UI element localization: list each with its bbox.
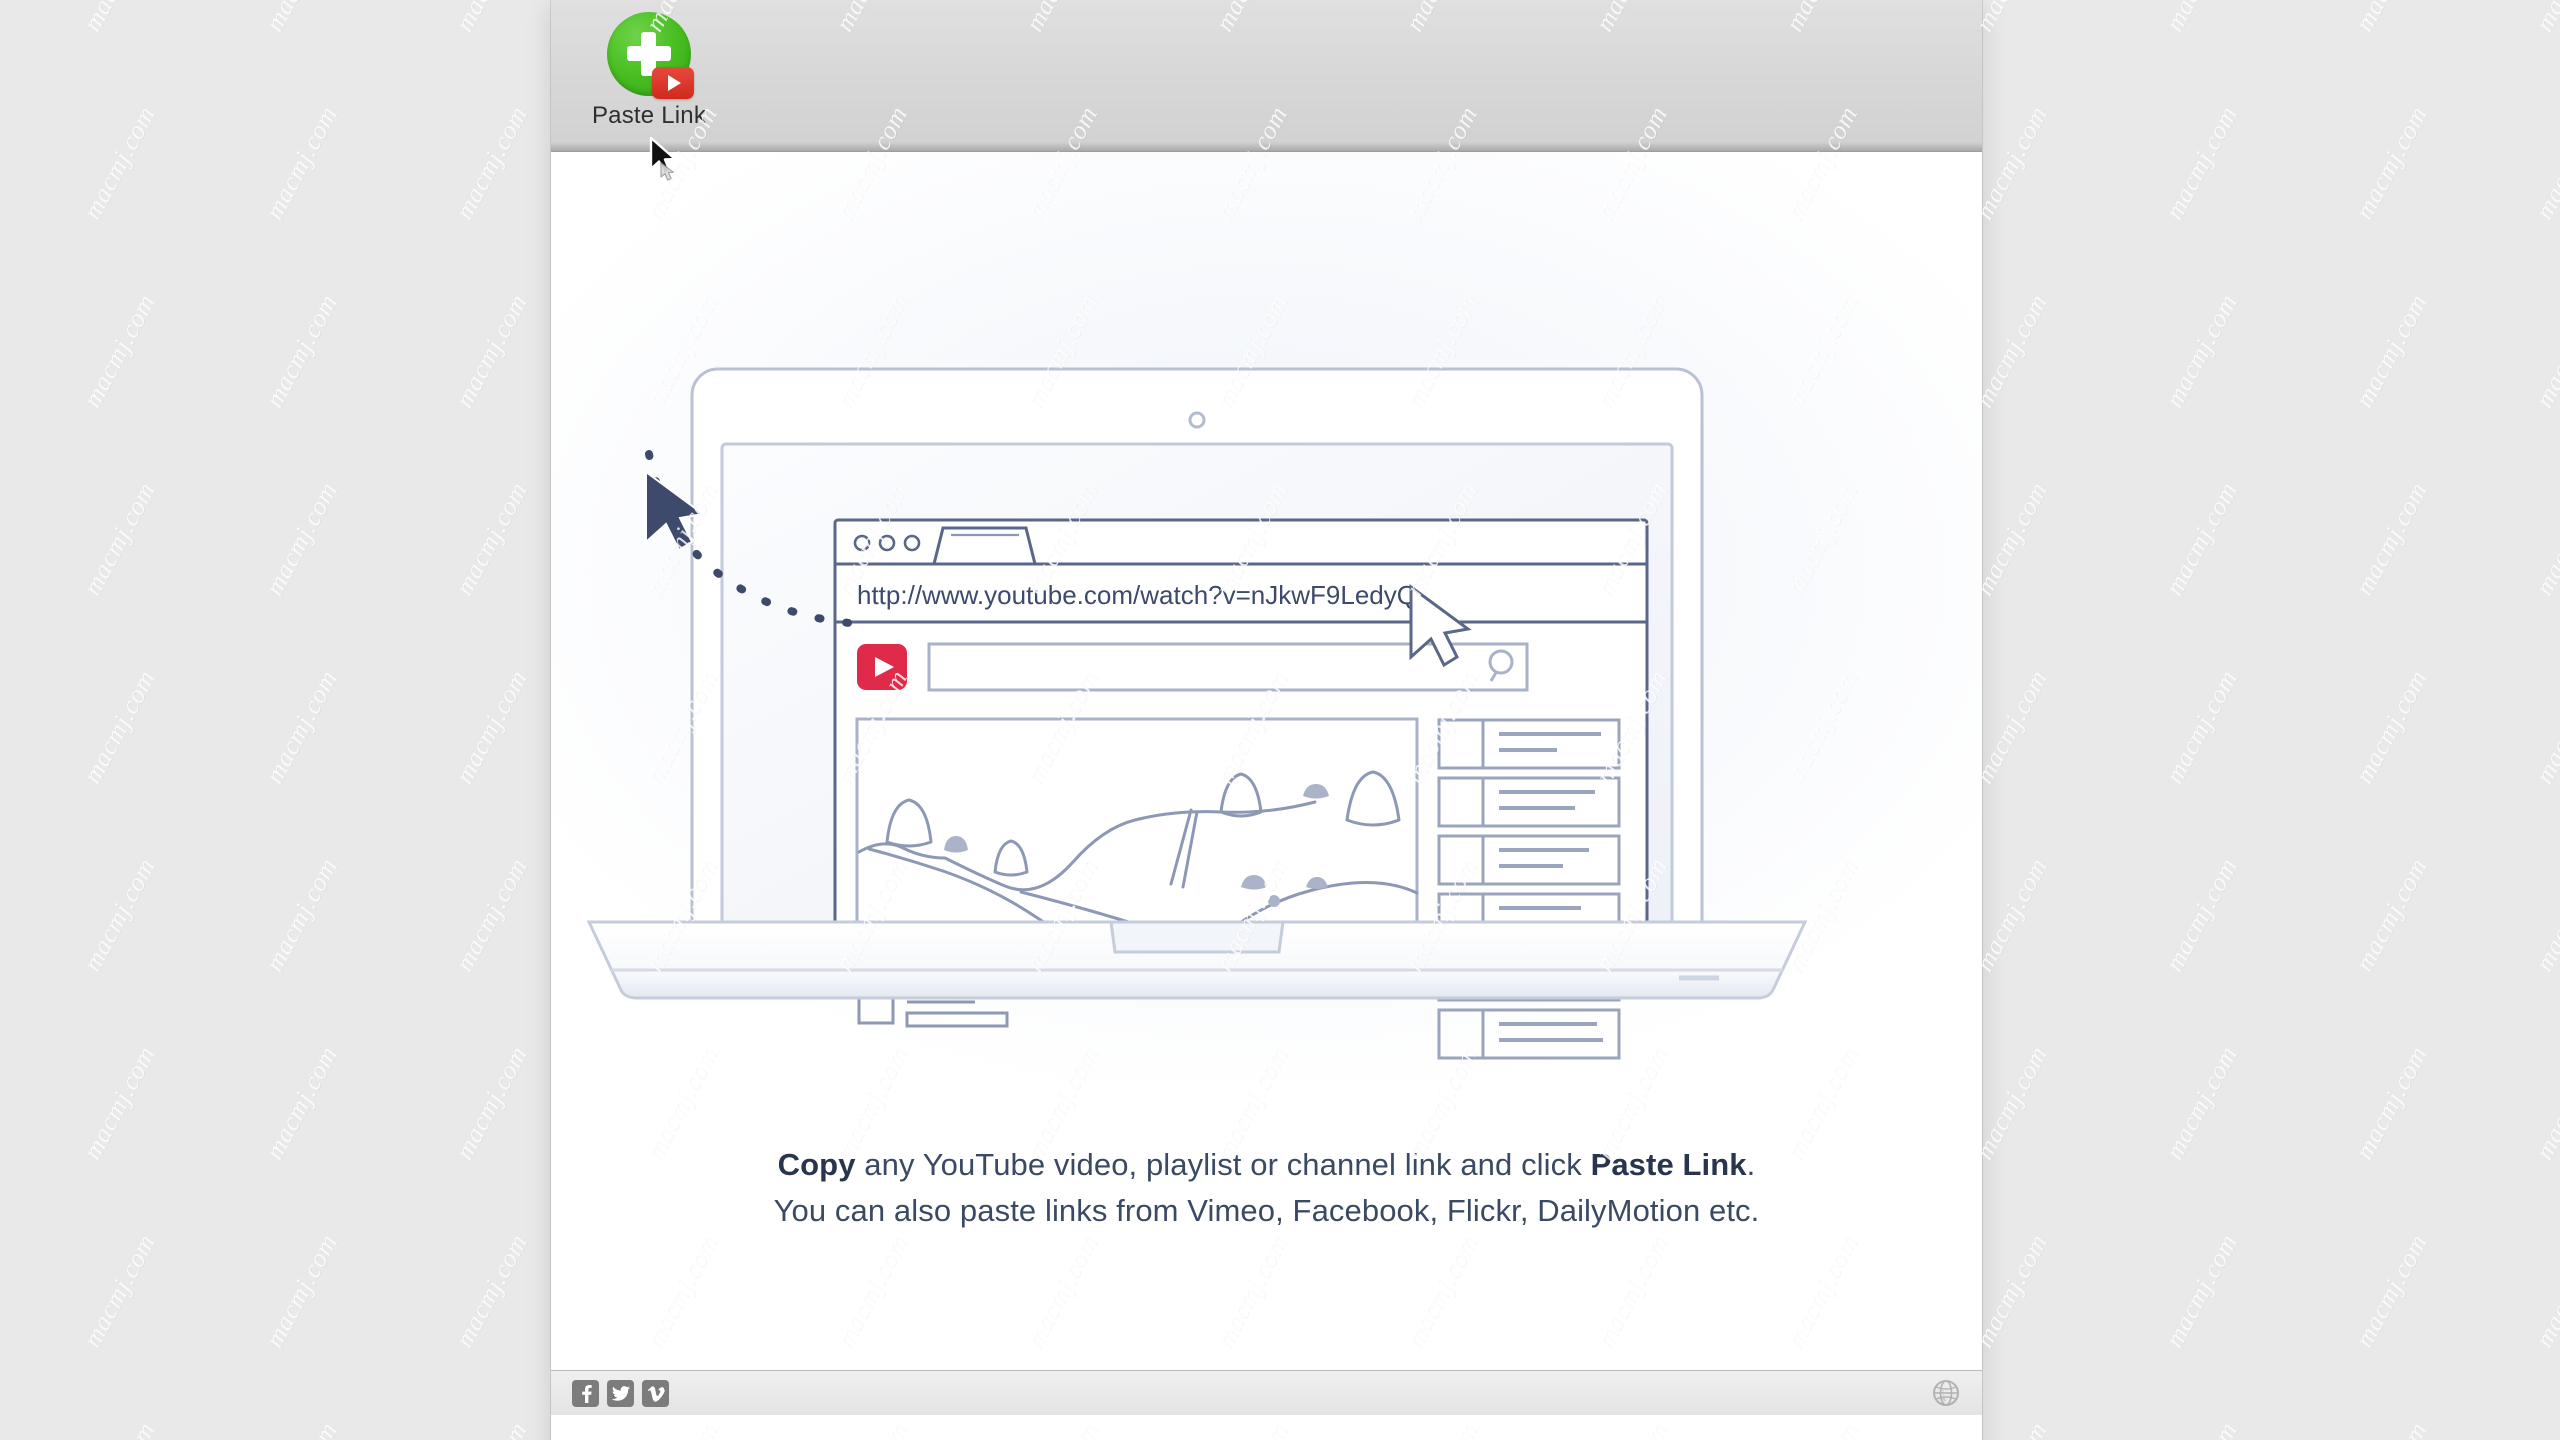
watermark-text: macmj.com [78,1417,163,1440]
app-window: Paste Link http://www.youtube.com/watch?… [551,0,1982,1440]
watermark-text: macmj.com [1969,853,2054,977]
watermark-text: macmj.com [77,101,162,225]
watermark-text: macmj.com [2349,477,2434,601]
watermark-text: macmj.com [259,477,344,601]
watermark-text: macmj.com [2159,1229,2244,1353]
watermark-text: macmj.com [77,665,162,789]
watermark-text: macmj.com [78,0,163,37]
watermark-text: macmj.com [77,1041,162,1165]
globe-icon[interactable] [1932,1379,1960,1407]
facebook-glyph [581,1384,592,1403]
webcam-icon [1188,411,1206,429]
watermark-text: macmj.com [2349,1041,2434,1165]
caption-line1-middle: any YouTube video, playlist or channel l… [855,1147,1591,1182]
watermark-text: macmj.com [2529,289,2560,413]
watermark-text: macmj.com [259,1229,344,1353]
watermark-text: macmj.com [449,477,534,601]
watermark-text: macmj.com [77,477,162,601]
footer-bar [551,1370,1982,1415]
watermark-text: macmj.com [2349,101,2434,225]
watermark-text: macmj.com [2160,0,2245,37]
watermark-text: macmj.com [1969,477,2054,601]
watermark-text: macmj.com [2159,665,2244,789]
youtube-play-badge [652,67,694,99]
toolbar-button-paste-link[interactable]: Paste Link [574,4,724,128]
watermark-text: macmj.com [2349,665,2434,789]
laptop-trackpad-notch [1109,920,1285,954]
caption-line1-suffix: . [1746,1147,1756,1182]
watermark-text: macmj.com [449,1229,534,1353]
watermark-text: macmj.com [77,853,162,977]
watermark-text: macmj.com [449,289,534,413]
paste-link-icon [607,12,694,99]
watermark-text: macmj.com [2349,853,2434,977]
watermark-text: macmj.com [259,101,344,225]
watermark-text: macmj.com [2350,0,2435,37]
twitter-glyph [611,1386,630,1401]
caption-line-2: You can also paste links from Vimeo, Fac… [773,1192,1760,1228]
toolbar: Paste Link [551,0,1982,152]
caption-block: Copy any YouTube video, playlist or chan… [551,1142,1982,1234]
watermark-text: macmj.com [2529,853,2560,977]
watermark-text: macmj.com [2159,101,2244,225]
watermark-text: macmj.com [1969,1041,2054,1165]
watermark-text: macmj.com [2160,1417,2245,1440]
watermark-text: macmj.com [2529,665,2560,789]
twitter-icon[interactable] [607,1380,634,1407]
watermark-text: macmj.com [1969,1229,2054,1353]
watermark-text: macmj.com [449,853,534,977]
watermark-text: macmj.com [259,665,344,789]
desktop-background: Paste Link http://www.youtube.com/watch?… [0,0,2560,1440]
watermark-text: macmj.com [1969,101,2054,225]
watermark-text: macmj.com [260,0,345,37]
watermark-text: macmj.com [2159,1041,2244,1165]
watermark-text: macmj.com [2529,477,2560,601]
toolbar-label-paste-link: Paste Link [591,102,707,129]
facebook-icon[interactable] [572,1380,599,1407]
watermark-text: macmj.com [2530,0,2560,37]
watermark-text: macmj.com [450,1417,535,1440]
caption-paste-link-bold: Paste Link [1590,1147,1747,1182]
vimeo-glyph [647,1385,665,1402]
watermark-text: macmj.com [1969,289,2054,413]
watermark-text: macmj.com [259,853,344,977]
watermark-text: macmj.com [2350,1417,2435,1440]
watermark-text: macmj.com [449,665,534,789]
watermark-text: macmj.com [2159,289,2244,413]
watermark-text: macmj.com [1969,665,2054,789]
vimeo-icon[interactable] [642,1380,669,1407]
browser-url-text: http://www.youtube.com/watch?v=nJkwF9Led… [857,580,1417,610]
watermark-text: macmj.com [2529,101,2560,225]
content-area: http://www.youtube.com/watch?v=nJkwF9Led… [551,152,1982,1415]
watermark-text: macmj.com [2529,1229,2560,1353]
watermark-text: macmj.com [1970,0,2055,37]
watermark-text: macmj.com [77,1229,162,1353]
watermark-text: macmj.com [449,101,534,225]
watermark-text: macmj.com [2349,1229,2434,1353]
watermark-text: macmj.com [2159,853,2244,977]
watermark-text: macmj.com [259,289,344,413]
watermark-text: macmj.com [260,1417,345,1440]
paste-link-icon-wrap [574,4,724,104]
watermark-text: macmj.com [2159,477,2244,601]
watermark-text: macmj.com [77,289,162,413]
caption-copy-bold: Copy [777,1147,856,1182]
watermark-text: macmj.com [2529,1041,2560,1165]
laptop-illustration: http://www.youtube.com/watch?v=nJkwF9Led… [551,152,1982,1082]
watermark-text: macmj.com [2349,289,2434,413]
watermark-text: macmj.com [259,1041,344,1165]
watermark-text: macmj.com [2530,1417,2560,1440]
watermark-text: macmj.com [449,1041,534,1165]
caption-line-1: Copy any YouTube video, playlist or chan… [551,1142,1982,1188]
watermark-text: macmj.com [450,0,535,37]
watermark-text: macmj.com [1970,1417,2055,1440]
play-triangle-icon [668,75,681,91]
